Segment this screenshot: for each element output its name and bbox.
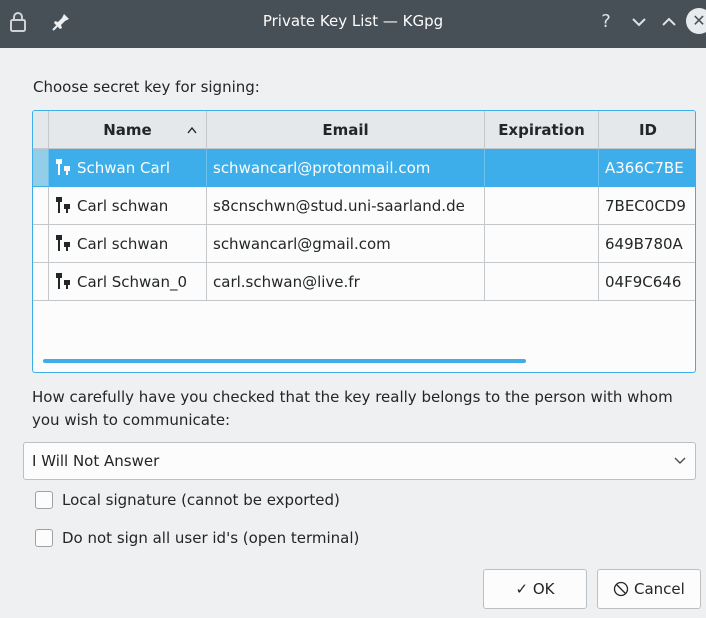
horizontal-scrollbar[interactable] (43, 359, 526, 363)
cell-name: Carl schwan (49, 225, 207, 263)
cell-email-text: schwancarl@protonmail.com (213, 159, 431, 177)
cell-id: 04F9C646 (599, 263, 695, 301)
cell-id: 7BEC0CD9 (599, 187, 695, 225)
cell-expiration (485, 225, 599, 263)
prompt-label: Choose secret key for signing: (33, 78, 260, 96)
cancel-icon (613, 573, 629, 611)
table-row[interactable]: Carl Schwan_0 carl.schwan@live.fr 04F9C646 (33, 263, 695, 301)
cell-email: schwancarl@gmail.com (207, 225, 485, 263)
cell-email-text: carl.schwan@live.fr (213, 273, 360, 291)
cell-email-text: schwancarl@gmail.com (213, 235, 391, 253)
close-button[interactable]: ✕ (686, 8, 706, 34)
row-spacer (33, 149, 49, 187)
cancel-button[interactable]: Cancel (597, 569, 701, 609)
cell-id: 649B780A (599, 225, 695, 263)
trust-question-line1: How carefully have you checked that the … (32, 388, 673, 406)
key-pair-icon (55, 190, 71, 213)
chevron-down-icon (673, 443, 687, 492)
cell-email: schwancarl@protonmail.com (207, 149, 485, 187)
row-spacer (33, 187, 49, 225)
cell-name-text: Carl Schwan_0 (77, 273, 188, 291)
table-row[interactable]: Schwan Carl schwancarl@protonmail.com A366… (33, 149, 695, 187)
key-table[interactable]: Name Email Expiration ID Schwan Carl schw… (32, 110, 696, 373)
cell-name-text: Carl schwan (77, 197, 169, 215)
cell-id-text: 7BEC0CD9 (605, 197, 686, 215)
cancel-button-label: Cancel (633, 580, 685, 598)
cell-name: Carl schwan (49, 187, 207, 225)
local-signature-checkbox[interactable] (35, 491, 53, 509)
minimize-button[interactable] (628, 9, 650, 35)
cell-email-text: s8cnschwn@stud.uni-saarland.de (213, 197, 465, 215)
column-name-label: Name (103, 121, 152, 139)
trust-level-dropdown[interactable]: I Will Not Answer (23, 442, 696, 480)
terminal-sign-label: Do not sign all user id's (open terminal… (62, 529, 360, 547)
table-row[interactable]: Carl schwan s8cnschwn@stud.uni-saarland.d… (33, 187, 695, 225)
terminal-sign-checkbox[interactable] (35, 529, 53, 547)
cell-email: s8cnschwn@stud.uni-saarland.de (207, 187, 485, 225)
cell-name-text: Carl schwan (77, 235, 169, 253)
row-spacer (33, 225, 49, 263)
cell-email: carl.schwan@live.fr (207, 263, 485, 301)
title-bar: Private Key List — KGpg ? ✕ (0, 0, 706, 48)
column-header-expiration[interactable]: Expiration (485, 111, 599, 149)
key-pair-icon (55, 266, 71, 289)
column-header-email[interactable]: Email (207, 111, 485, 149)
cell-id-text: 649B780A (605, 235, 683, 253)
local-signature-label: Local signature (cannot be exported) (62, 491, 340, 509)
column-header-id[interactable]: ID (599, 111, 695, 149)
cell-id-text: A366C7BE (605, 159, 684, 177)
help-button[interactable]: ? (596, 9, 616, 35)
table-row[interactable]: Carl schwan schwancarl@gmail.com 649B780A (33, 225, 695, 263)
trust-question-line2: you wish to communicate: (32, 411, 231, 429)
cell-id-text: 04F9C646 (605, 273, 682, 291)
cell-id: A366C7BE (599, 149, 695, 187)
cell-expiration (485, 187, 599, 225)
table-header: Name Email Expiration ID (33, 111, 695, 149)
column-header-name[interactable]: Name (49, 111, 207, 149)
header-spacer (33, 111, 49, 149)
trust-level-value: I Will Not Answer (32, 452, 160, 470)
cell-expiration (485, 263, 599, 301)
key-pair-icon (55, 152, 71, 175)
maximize-button[interactable] (658, 9, 680, 35)
key-pair-icon (55, 228, 71, 251)
cell-name: Schwan Carl (49, 149, 207, 187)
cell-name-text: Schwan Carl (77, 159, 171, 177)
ok-button-label: ✓ OK (515, 580, 555, 598)
row-spacer (33, 263, 49, 301)
cell-expiration (485, 149, 599, 187)
cell-name: Carl Schwan_0 (49, 263, 207, 301)
ok-button[interactable]: ✓ OK (483, 569, 587, 609)
